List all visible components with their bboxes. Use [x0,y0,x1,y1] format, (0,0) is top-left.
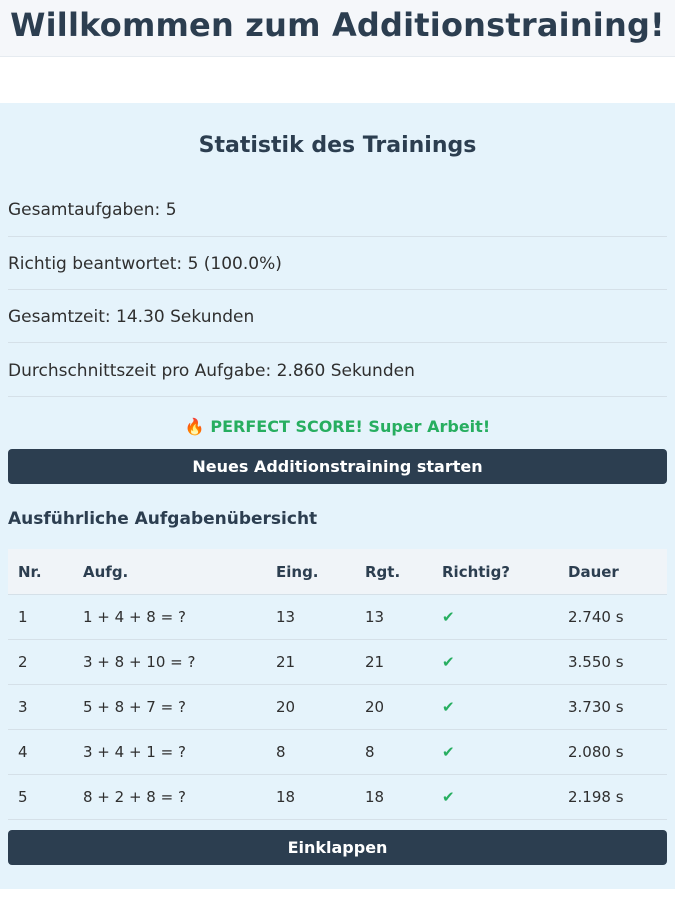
cell-input: 20 [266,684,355,730]
table-row: 2 3 + 8 + 10 = ? 21 21 ✔ 3.550 s [8,639,667,685]
column-header-nr: Nr. [8,549,73,595]
stats-heading: Statistik des Trainings [198,133,477,158]
checkmark-icon: ✔ [432,729,558,775]
cell-answer: 21 [355,639,432,685]
cell-nr: 3 [8,684,73,730]
cell-task: 1 + 4 + 8 = ? [73,594,266,640]
cell-task: 3 + 8 + 10 = ? [73,639,266,685]
table-row: 4 3 + 4 + 1 = ? 8 8 ✔ 2.080 s [8,729,667,775]
checkmark-icon: ✔ [432,684,558,730]
column-header-duration: Dauer [558,549,667,595]
cell-duration: 3.730 s [558,684,667,730]
cell-duration: 2.080 s [558,729,667,775]
cell-answer: 8 [355,729,432,775]
stat-average-time: Durchschnittszeit pro Aufgabe: 2.860 Sek… [8,344,667,397]
stat-label: Gesamtaufgaben: [8,200,161,220]
stat-value: 5 [165,200,177,220]
checkmark-icon: ✔ [432,774,558,820]
cell-duration: 2.740 s [558,594,667,640]
cell-input: 13 [266,594,355,640]
column-header-answer: Rgt. [355,549,432,595]
stat-label: Richtig beantwortet: [8,254,183,274]
cell-input: 18 [266,774,355,820]
cell-duration: 3.550 s [558,639,667,685]
checkmark-icon: ✔ [432,594,558,640]
collapse-button[interactable]: Einklappen [8,830,667,865]
column-header-input: Eing. [266,549,355,595]
perfect-score-text: PERFECT SCORE! Super Arbeit! [210,417,491,436]
stat-label: Gesamtzeit: [8,307,111,327]
stat-value: 5 (100.0%) [187,254,282,274]
restart-training-button[interactable]: Neues Additionstraining starten [8,449,667,484]
task-overview-table: Nr. Aufg. Eing. Rgt. Richtig? Dauer 1 1 … [8,549,667,820]
cell-nr: 4 [8,729,73,775]
cell-answer: 13 [355,594,432,640]
page-title: Willkommen zum Additionstraining! [10,6,665,44]
table-header-row: Nr. Aufg. Eing. Rgt. Richtig? Dauer [8,549,667,595]
stat-correct: Richtig beantwortet: 5 (100.0%) [8,237,667,290]
stats-panel: Statistik des Trainings Gesamtaufgaben: … [0,103,675,889]
stat-value: 14.30 Sekunden [116,307,255,327]
stat-label: Durchschnittszeit pro Aufgabe: [8,361,272,381]
fire-icon: 🔥 [184,417,205,436]
table-row: 3 5 + 8 + 7 = ? 20 20 ✔ 3.730 s [8,684,667,730]
checkmark-icon: ✔ [432,639,558,685]
cell-nr: 2 [8,639,73,685]
cell-answer: 20 [355,684,432,730]
overview-title: Ausführliche Aufgabenübersicht [8,509,318,529]
stat-value: 2.860 Sekunden [276,361,415,381]
cell-task: 3 + 4 + 1 = ? [73,729,266,775]
cell-nr: 1 [8,594,73,640]
cell-nr: 5 [8,774,73,820]
perfect-score-message: 🔥 PERFECT SCORE! Super Arbeit! [0,417,675,436]
cell-input: 21 [266,639,355,685]
cell-answer: 18 [355,774,432,820]
page-header: Willkommen zum Additionstraining! [0,0,675,57]
column-header-correct: Richtig? [432,549,558,595]
stat-total-tasks: Gesamtaufgaben: 5 [8,184,667,237]
cell-task: 5 + 8 + 7 = ? [73,684,266,730]
stat-total-time: Gesamtzeit: 14.30 Sekunden [8,290,667,343]
column-header-task: Aufg. [73,549,266,595]
table-row: 1 1 + 4 + 8 = ? 13 13 ✔ 2.740 s [8,594,667,640]
cell-duration: 2.198 s [558,774,667,820]
table-row: 5 8 + 2 + 8 = ? 18 18 ✔ 2.198 s [8,774,667,820]
cell-task: 8 + 2 + 8 = ? [73,774,266,820]
cell-input: 8 [266,729,355,775]
